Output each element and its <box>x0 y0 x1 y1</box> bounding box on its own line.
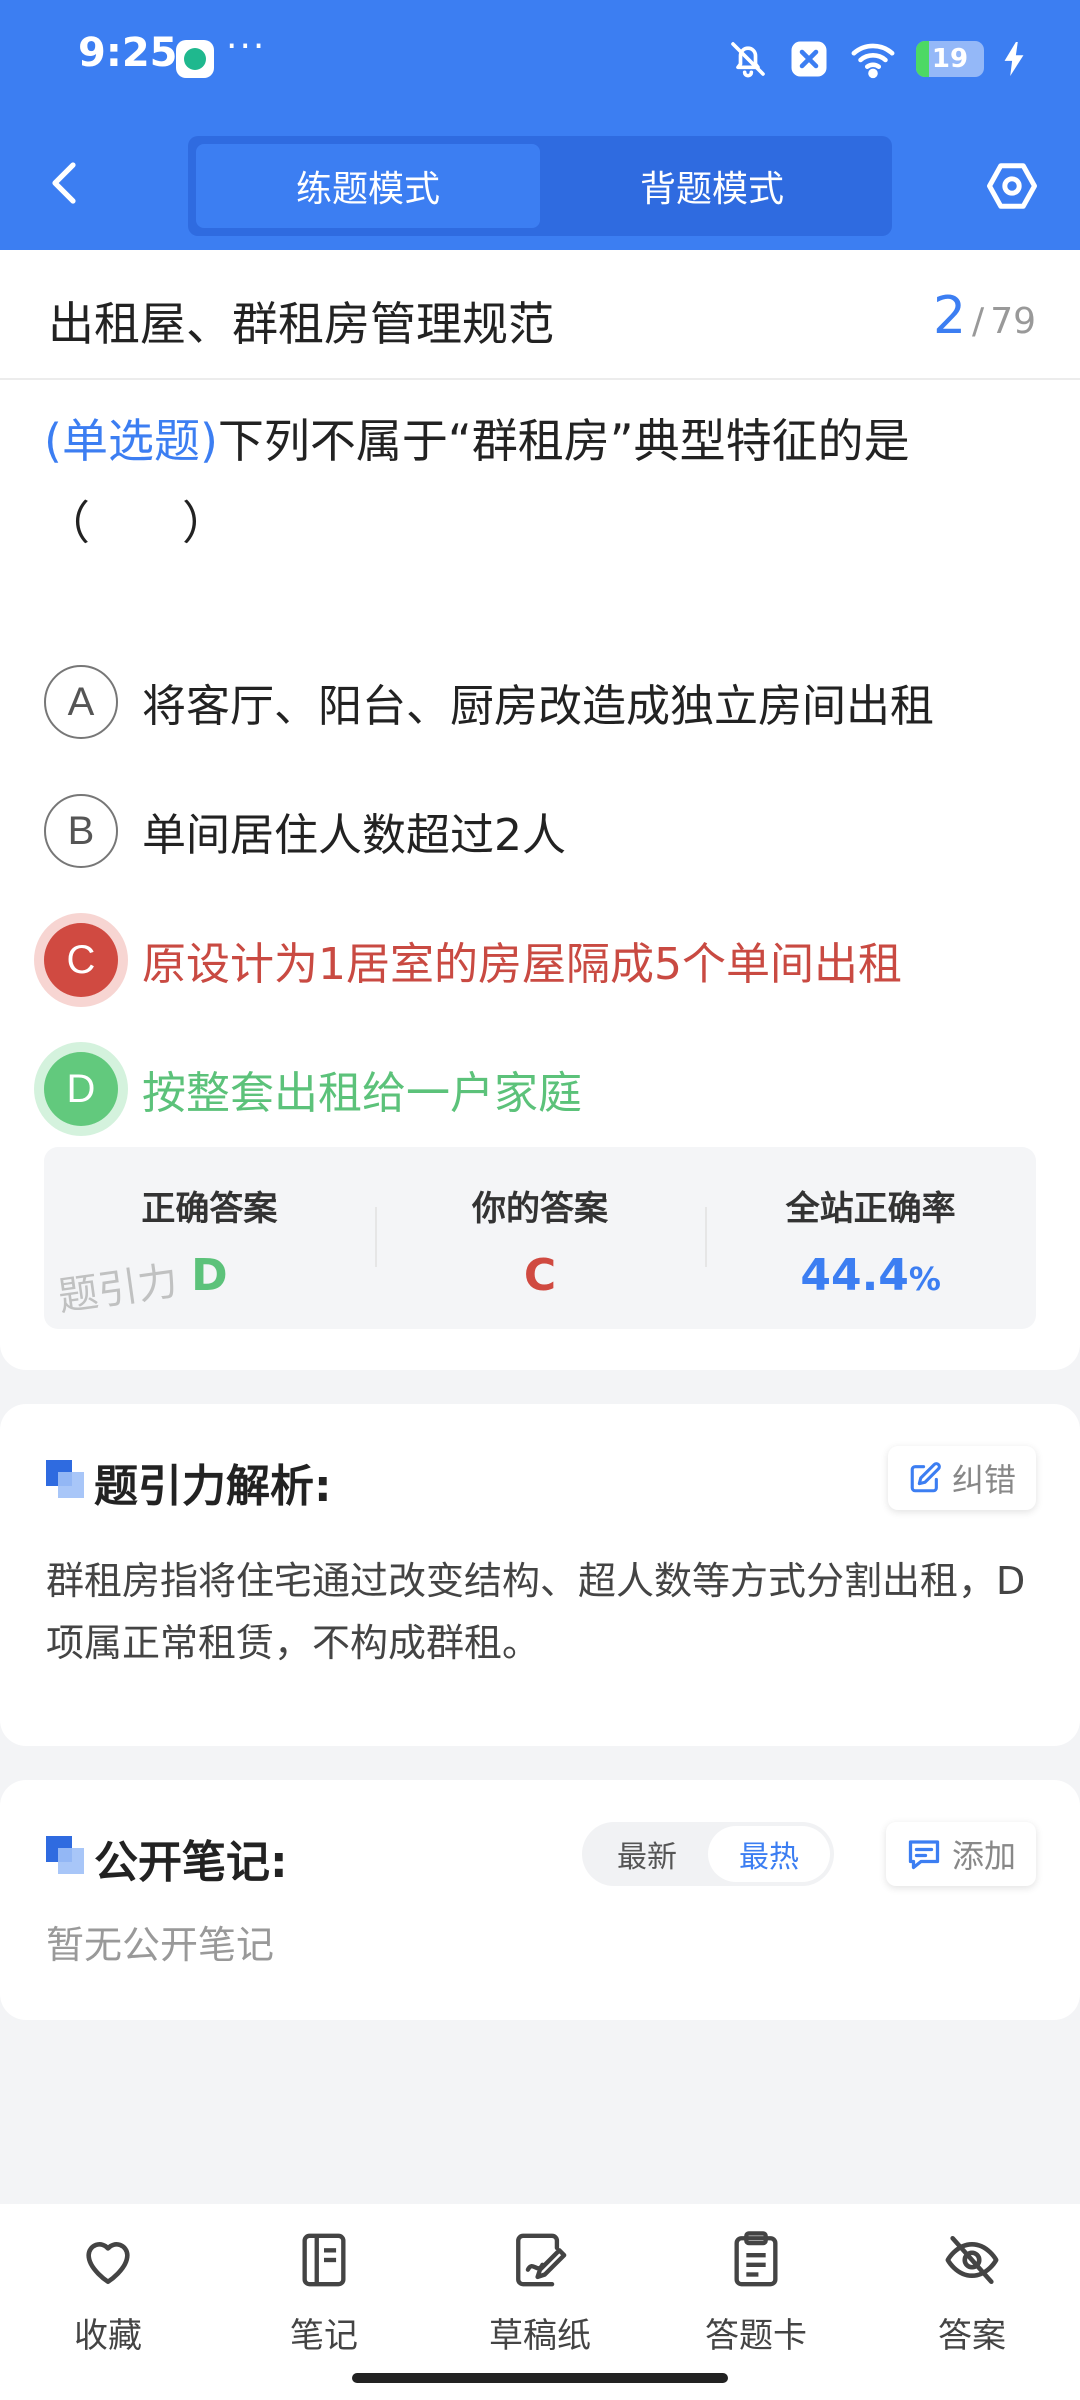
your-answer-value: C <box>523 1250 557 1301</box>
option-c[interactable]: C 原设计为1居室的房屋隔成5个单间出租 <box>44 920 1044 1000</box>
analysis-title: 题引力解析: <box>94 1461 332 1512</box>
option-text: 原设计为1居室的房屋隔成5个单间出租 <box>142 939 902 990</box>
topic-title: 出租屋、群租房管理规范 <box>48 297 554 351</box>
chevron-left-icon <box>52 162 76 204</box>
answer-card-icon <box>734 2231 778 2287</box>
nav-bar: 练题模式 背题模式 <box>0 120 1080 250</box>
draft-paper-button[interactable]: 草稿纸 <box>432 2204 648 2400</box>
draft-paper-label: 草稿纸 <box>489 2316 591 2356</box>
status-time: 9:25 <box>78 30 178 76</box>
charging-icon <box>1004 42 1024 76</box>
answer-card-button[interactable]: 答题卡 <box>648 2204 864 2400</box>
report-error-label: 纠错 <box>951 1461 1016 1499</box>
bottom-toolbar: 收藏 笔记 草稿纸 答题卡 答案 <box>0 2204 1080 2400</box>
notes-sort-toggle: 最新 最热 <box>582 1822 834 1886</box>
notes-label: 笔记 <box>290 2316 358 2356</box>
battery-level-text: 19 <box>931 44 969 74</box>
topic-row: 出租屋、群租房管理规范 2 / 79 <box>0 250 1080 380</box>
tab-memorize-mode[interactable]: 背题模式 <box>540 144 884 228</box>
app-notification-icon <box>176 40 214 78</box>
settings-button[interactable] <box>982 156 1042 216</box>
favorite-label: 收藏 <box>74 2316 142 2356</box>
option-text: 按整套出租给一户家庭 <box>142 1068 582 1119</box>
heart-icon <box>86 2242 130 2285</box>
add-note-label: 添加 <box>951 1837 1016 1875</box>
correct-answer-label: 正确答案 <box>141 1189 278 1229</box>
report-error-button[interactable]: 纠错 <box>887 1446 1036 1510</box>
option-letter: B <box>44 794 118 868</box>
header: 9:25 ··· 19 练题模式 背题模式 <box>0 0 1080 250</box>
more-notifications-icon: ··· <box>226 26 267 67</box>
option-letter: D <box>44 1052 118 1126</box>
notes-empty-text: 暂无公开笔记 <box>46 1923 275 1967</box>
add-note-button[interactable]: 添加 <box>885 1822 1036 1886</box>
show-answer-label: 答案 <box>938 2316 1006 2356</box>
sort-hottest[interactable]: 最热 <box>708 1826 830 1882</box>
option-a[interactable]: A 将客厅、阳台、厨房改造成独立房间出租 <box>44 662 1044 742</box>
edit-icon <box>910 1462 941 1493</box>
close-box-icon <box>791 41 827 77</box>
accuracy-rate-col: 全站正确率 44.4% <box>705 1147 1036 1329</box>
progress-separator: / <box>972 301 985 342</box>
settings-hexagon-icon <box>987 163 1037 209</box>
favorite-button[interactable]: 收藏 <box>0 2204 216 2400</box>
analysis-card: 题引力解析: 纠错 群租房指将住宅通过改变结构、超人数等方式分割出租，D项属正常… <box>0 1404 1080 1746</box>
wifi-icon <box>851 43 895 79</box>
progress-current: 2 <box>932 286 967 346</box>
correct-answer-col: 正确答案 D 题引力 <box>44 1147 375 1329</box>
comment-icon <box>908 1840 940 1870</box>
status-bar: 9:25 ··· 19 <box>0 0 1080 120</box>
public-notes-card: 公开笔记: 最新 最热 添加 暂无公开笔记 <box>0 1780 1080 2020</box>
question-progress[interactable]: 2 / 79 <box>933 286 1036 346</box>
question-text: (单选题)下列不属于“群租房”典型特征的是（ ） <box>44 400 1034 564</box>
notebook-icon <box>302 2233 346 2287</box>
sort-latest[interactable]: 最新 <box>586 1826 708 1882</box>
answer-summary: 正确答案 D 题引力 你的答案 C 全站正确率 44.4% <box>44 1147 1036 1329</box>
battery-icon: 19 <box>916 41 984 77</box>
analysis-text: 群租房指将住宅通过改变结构、超人数等方式分割出租，D项属正常租赁，不构成群租。 <box>46 1559 1026 1665</box>
public-notes-title: 公开笔记: <box>94 1837 288 1888</box>
mode-switch: 练题模式 背题模式 <box>188 136 892 236</box>
draft-paper-icon <box>516 2233 567 2287</box>
option-text: 单间居住人数超过2人 <box>142 810 566 861</box>
option-text: 将客厅、阳台、厨房改造成独立房间出租 <box>142 681 934 732</box>
your-answer-label: 你的答案 <box>472 1189 608 1229</box>
eye-off-icon <box>945 2235 999 2285</box>
tab-practice-mode[interactable]: 练题模式 <box>196 144 540 228</box>
answer-card-label: 答题卡 <box>705 2316 807 2356</box>
option-d[interactable]: D 按整套出租给一户家庭 <box>44 1049 1044 1129</box>
accuracy-rate-value: 44.4% <box>705 1250 1036 1301</box>
show-answer-button[interactable]: 答案 <box>864 2204 1080 2400</box>
home-indicator[interactable] <box>352 2373 728 2383</box>
section-icon <box>46 1460 84 1498</box>
progress-total: 79 <box>990 301 1036 342</box>
back-button[interactable] <box>36 150 92 216</box>
section-icon <box>46 1836 84 1874</box>
option-b[interactable]: B 单间居住人数超过2人 <box>44 791 1044 871</box>
question-card: 出租屋、群租房管理规范 2 / 79 (单选题)下列不属于“群租房”典型特征的是… <box>0 250 1080 1370</box>
option-letter: C <box>44 923 118 997</box>
your-answer-col: 你的答案 C <box>374 1147 706 1329</box>
accuracy-rate-label: 全站正确率 <box>785 1189 956 1229</box>
notes-button[interactable]: 笔记 <box>216 2204 432 2400</box>
option-letter: A <box>44 665 118 739</box>
bell-off-icon <box>731 42 765 78</box>
question-type: (单选题) <box>44 414 218 468</box>
accuracy-rate-unit: % <box>908 1260 941 1298</box>
accuracy-rate-number: 44.4 <box>800 1250 909 1301</box>
battery-level <box>916 41 929 77</box>
status-icons: 19 <box>728 36 1024 82</box>
